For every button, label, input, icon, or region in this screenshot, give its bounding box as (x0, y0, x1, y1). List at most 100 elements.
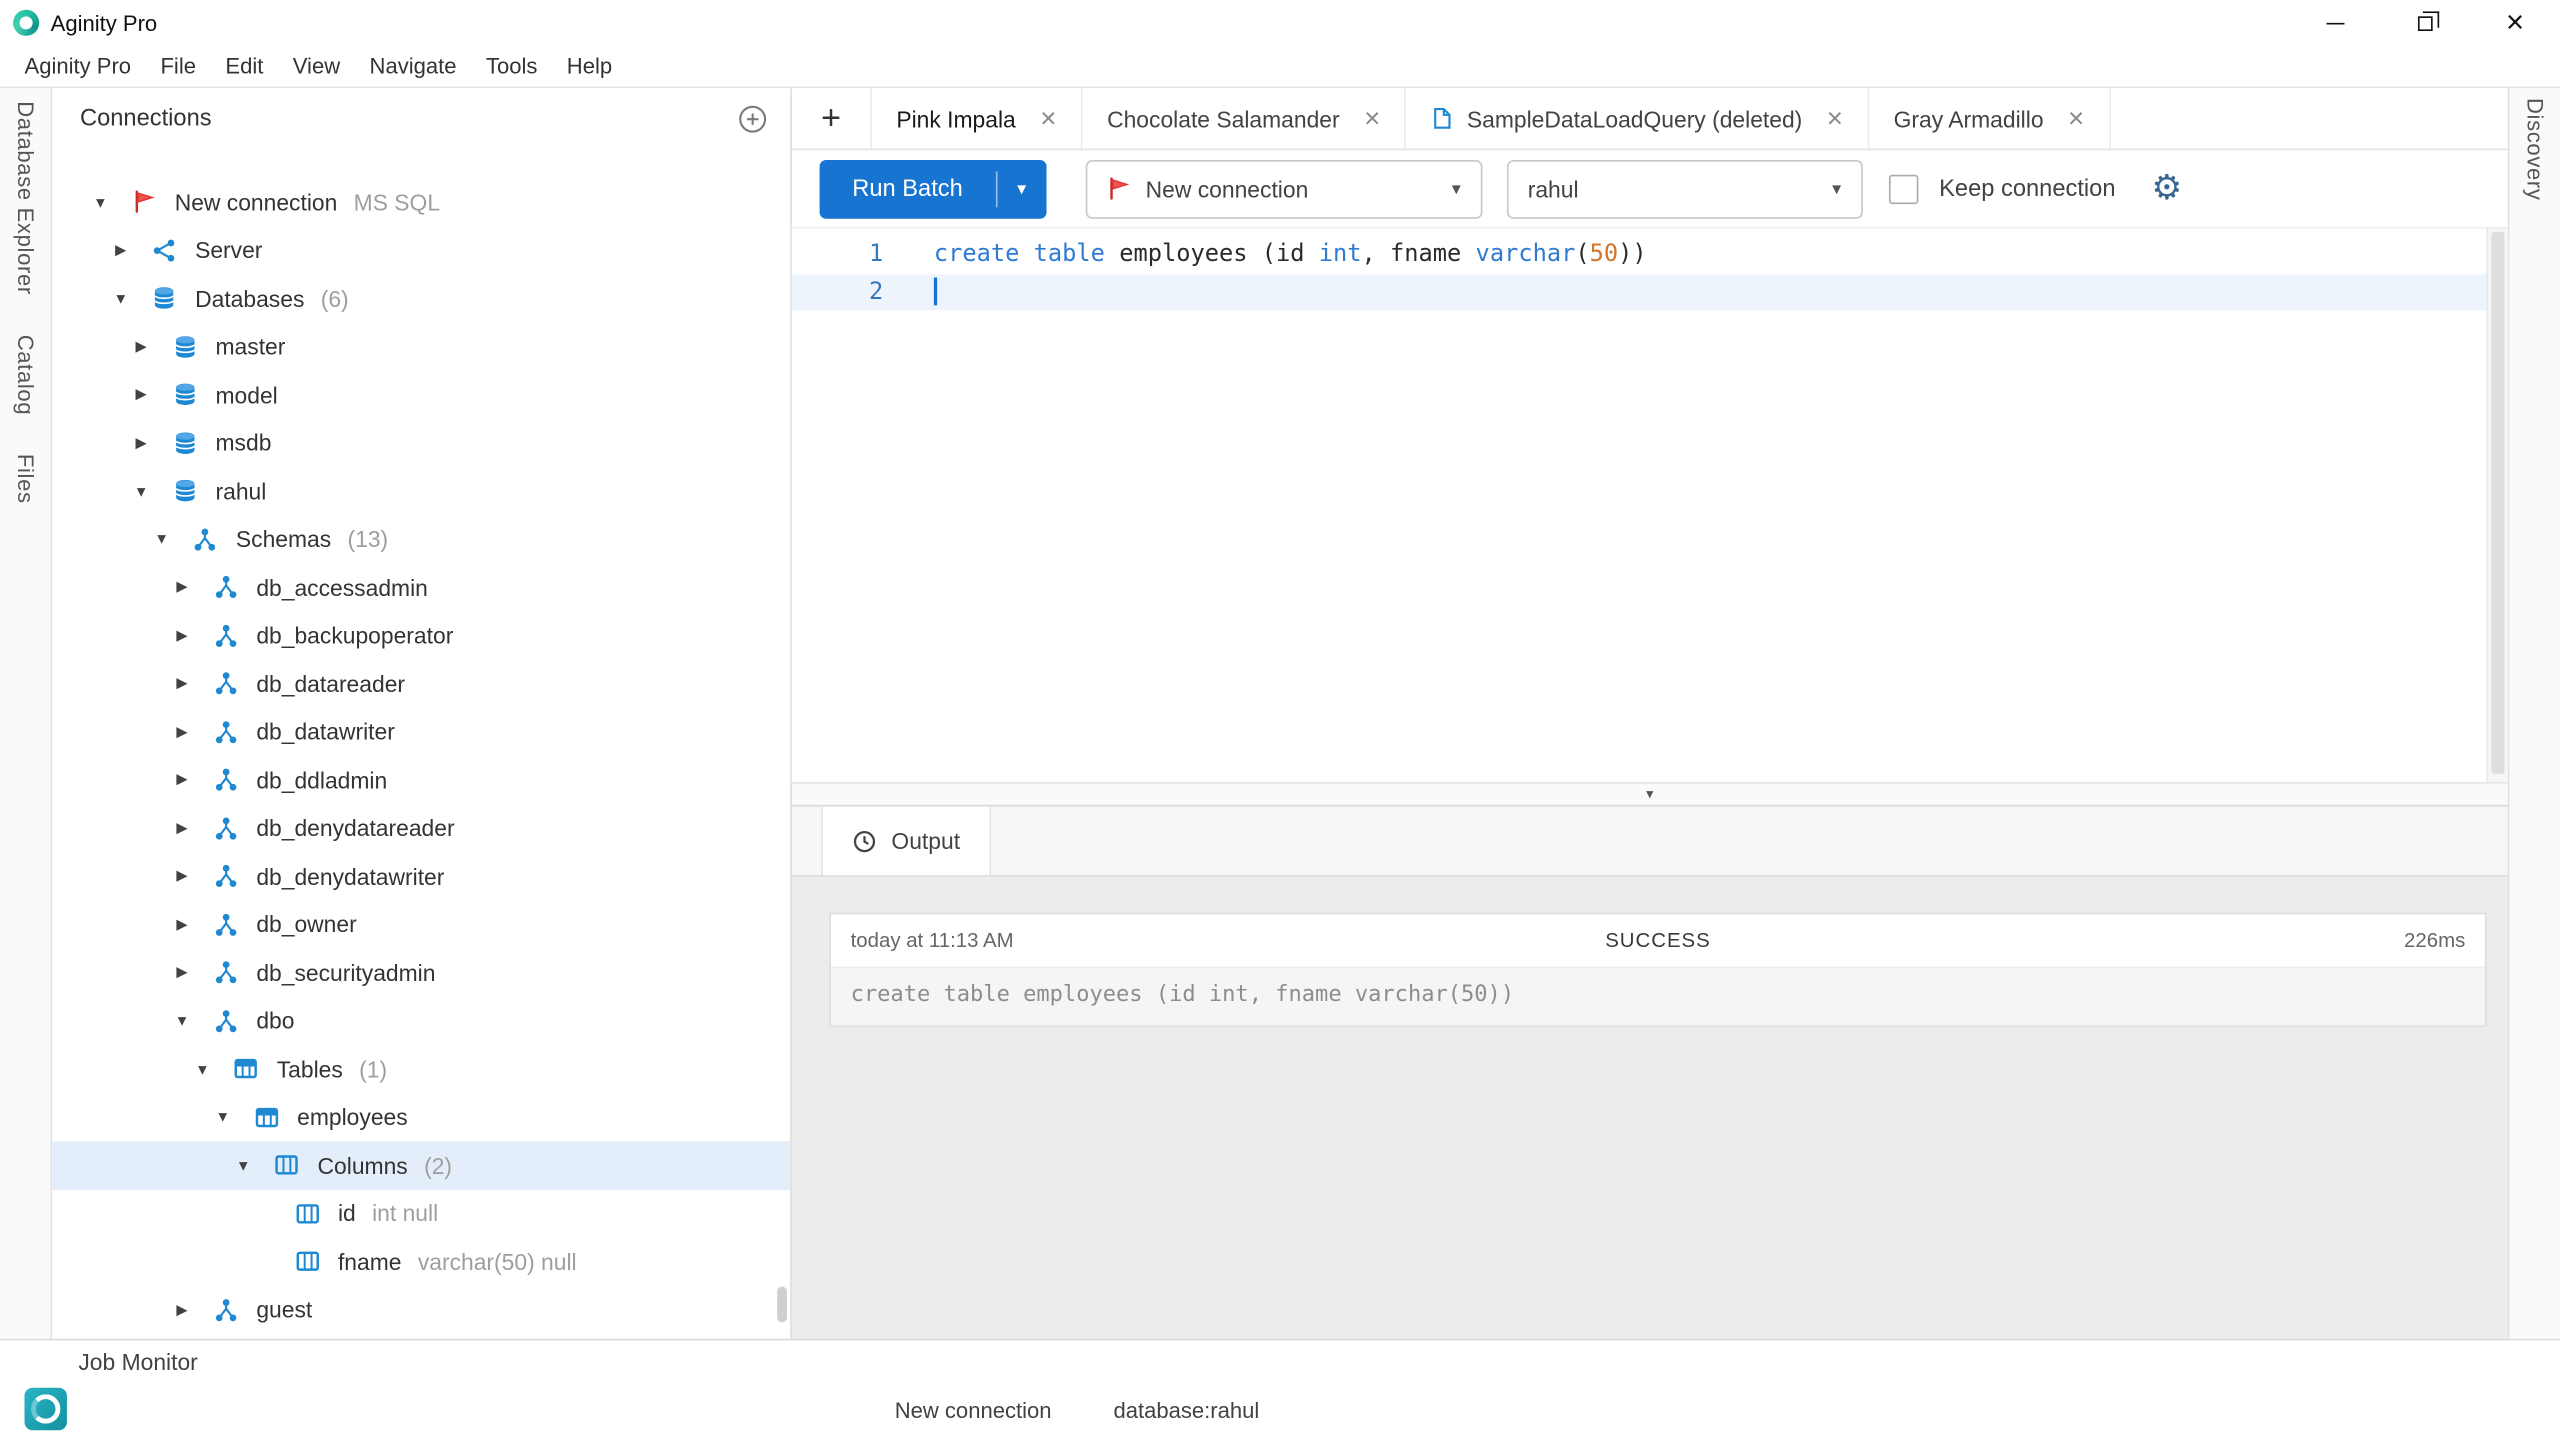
connection-select[interactable]: New connection ▾ (1085, 159, 1482, 218)
text-cursor (934, 277, 937, 305)
tree-node-label: fname (338, 1249, 402, 1275)
connections-title: Connections (80, 106, 738, 132)
tree-node-employees[interactable]: ▼employees (52, 1093, 790, 1141)
tree-node-label: db_denydatawriter (256, 863, 444, 889)
tab-close-icon[interactable]: × (1364, 104, 1380, 132)
chevron-down-icon[interactable]: ▼ (212, 1109, 233, 1125)
status-bar: New connection database:rahul (0, 1381, 2560, 1440)
run-batch-dropdown-icon[interactable]: ▾ (997, 159, 1046, 218)
tab-chocolate-salamander[interactable]: Chocolate Salamander× (1083, 88, 1407, 148)
add-connection-icon[interactable] (738, 104, 767, 133)
tab-pink-impala[interactable]: Pink Impala× (870, 88, 1082, 148)
tree-node-master[interactable]: ▶master (52, 322, 790, 370)
new-tab-button[interactable]: + (792, 88, 870, 148)
menu-edit[interactable]: Edit (211, 54, 278, 78)
keep-connection-checkbox[interactable] (1889, 174, 1918, 203)
chevron-right-icon[interactable]: ▶ (131, 434, 152, 452)
tree-node-guest[interactable]: ▶guest (52, 1286, 790, 1334)
tree-node-msdb[interactable]: ▶msdb (52, 419, 790, 467)
activity-tab-catalog[interactable]: Catalog (13, 334, 37, 415)
tree-node-db-securityadmin[interactable]: ▶db_securityadmin (52, 949, 790, 997)
chevron-down-icon[interactable]: ▼ (171, 1013, 192, 1029)
tab-output[interactable]: Output (821, 807, 991, 876)
menu-view[interactable]: View (278, 54, 355, 78)
tree-node-meta: MS SQL (354, 189, 440, 215)
editor-scrollbar[interactable] (2487, 229, 2508, 782)
chevron-right-icon[interactable]: ▶ (171, 1301, 192, 1319)
chevron-down-icon[interactable]: ▼ (192, 1061, 213, 1077)
tree-node-rahul[interactable]: ▼rahul (52, 467, 790, 515)
tree-node-tables[interactable]: ▼Tables(1) (52, 1045, 790, 1093)
chevron-right-icon[interactable]: ▶ (171, 819, 192, 837)
tree-node-dbo[interactable]: ▼dbo (52, 997, 790, 1045)
run-batch-button[interactable]: Run Batch ▾ (820, 159, 1046, 218)
result-timestamp: today at 11:13 AM (851, 929, 1606, 952)
tree-node-db-accessadmin[interactable]: ▶db_accessadmin (52, 563, 790, 611)
chevron-right-icon[interactable]: ▶ (171, 916, 192, 934)
database-select[interactable]: rahul ▾ (1506, 159, 1862, 218)
tree-node-databases[interactable]: ▼Databases(6) (52, 274, 790, 322)
chevron-right-icon[interactable]: ▶ (110, 241, 131, 259)
activity-tab-database-explorer[interactable]: Database Explorer (13, 101, 37, 295)
chevron-down-icon[interactable]: ▼ (151, 531, 172, 547)
panel-splitter[interactable]: ▾ (792, 784, 2508, 807)
tab-close-icon[interactable]: × (1040, 104, 1056, 132)
chevron-right-icon[interactable]: ▶ (171, 964, 192, 982)
tree-node-columns[interactable]: ▼Columns(2) (52, 1141, 790, 1189)
chevron-right-icon[interactable]: ▶ (131, 386, 152, 404)
chevron-down-icon[interactable]: ▼ (233, 1157, 254, 1173)
aginity-status-logo-icon[interactable] (24, 1388, 66, 1430)
tree-node-db-denydatareader[interactable]: ▶db_denydatareader (52, 804, 790, 852)
menu-navigate[interactable]: Navigate (355, 54, 471, 78)
tab-close-icon[interactable]: × (1827, 104, 1843, 132)
chevron-down-icon[interactable]: ▼ (110, 290, 131, 306)
database-select-value: rahul (1528, 176, 1579, 202)
tree-node-db-datareader[interactable]: ▶db_datareader (52, 660, 790, 708)
tree-node-db-ddladmin[interactable]: ▶db_ddladmin (52, 756, 790, 804)
chevron-down-icon[interactable]: ▼ (90, 194, 111, 210)
minimize-button[interactable] (2291, 0, 2381, 46)
chevron-right-icon[interactable]: ▶ (171, 867, 192, 885)
editor-scrollbar-thumb[interactable] (2491, 232, 2504, 774)
menu-help[interactable]: Help (552, 54, 627, 78)
menu-aginity-pro[interactable]: Aginity Pro (10, 54, 146, 78)
title-bar: Aginity Pro × (0, 0, 2560, 46)
sql-editor[interactable]: 1create table employees (id int, fname v… (792, 229, 2508, 784)
code-line-2[interactable]: 2 (792, 273, 2508, 310)
schema-icon (212, 960, 238, 986)
chevron-right-icon[interactable]: ▶ (171, 578, 192, 596)
chevron-right-icon[interactable]: ▶ (171, 723, 192, 741)
chevron-right-icon[interactable]: ▶ (171, 627, 192, 645)
chevron-right-icon[interactable]: ▶ (171, 675, 192, 693)
activity-tab-files[interactable]: Files (13, 454, 37, 504)
restore-button[interactable] (2380, 0, 2470, 46)
tree-node-meta: (2) (424, 1152, 452, 1178)
right-tab-discovery[interactable]: Discovery (2522, 98, 2546, 201)
tree-node-schemas[interactable]: ▼Schemas(13) (52, 515, 790, 563)
tab-gray-armadillo[interactable]: Gray Armadillo× (1869, 88, 2110, 148)
settings-gear-icon[interactable]: ⚙ (2151, 171, 2182, 205)
tree-node-label: Tables (277, 1056, 343, 1082)
tree-node-db-denydatawriter[interactable]: ▶ db_denydatawriter (52, 852, 790, 900)
tree-node-server[interactable]: ▶Server (52, 226, 790, 274)
menu-tools[interactable]: Tools (471, 54, 552, 78)
query-result-card: today at 11:13 AM SUCCESS 226ms create t… (829, 913, 2486, 1027)
code-line-1[interactable]: 1create table employees (id int, fname v… (792, 237, 2508, 274)
tree-node-model[interactable]: ▶model (52, 371, 790, 419)
chevron-down-icon[interactable]: ▼ (131, 483, 152, 499)
menu-file[interactable]: File (146, 54, 211, 78)
tree-node-new-connection[interactable]: ▼New connectionMS SQL (52, 178, 790, 226)
chevron-right-icon[interactable]: ▶ (171, 771, 192, 789)
tree-node-fname[interactable]: fnamevarchar(50) null (52, 1238, 790, 1286)
tab-sampledataloadquery-deleted[interactable]: SampleDataLoadQuery (deleted)× (1406, 88, 1869, 148)
close-button[interactable]: × (2470, 0, 2560, 46)
tree-node-db-owner[interactable]: ▶db_owner (52, 900, 790, 948)
tree-node-id[interactable]: idint null (52, 1189, 790, 1237)
tree-scrollbar-thumb[interactable] (777, 1287, 787, 1323)
tab-close-icon[interactable]: × (2068, 104, 2084, 132)
chevron-down-icon: ▾ (1832, 178, 1841, 199)
tree-node-db-backupoperator[interactable]: ▶db_backupoperator (52, 611, 790, 659)
tree-node-db-datawriter[interactable]: ▶db_datawriter (52, 708, 790, 756)
chevron-right-icon[interactable]: ▶ (131, 338, 152, 356)
job-monitor-bar[interactable]: Job Monitor (0, 1339, 2560, 1381)
